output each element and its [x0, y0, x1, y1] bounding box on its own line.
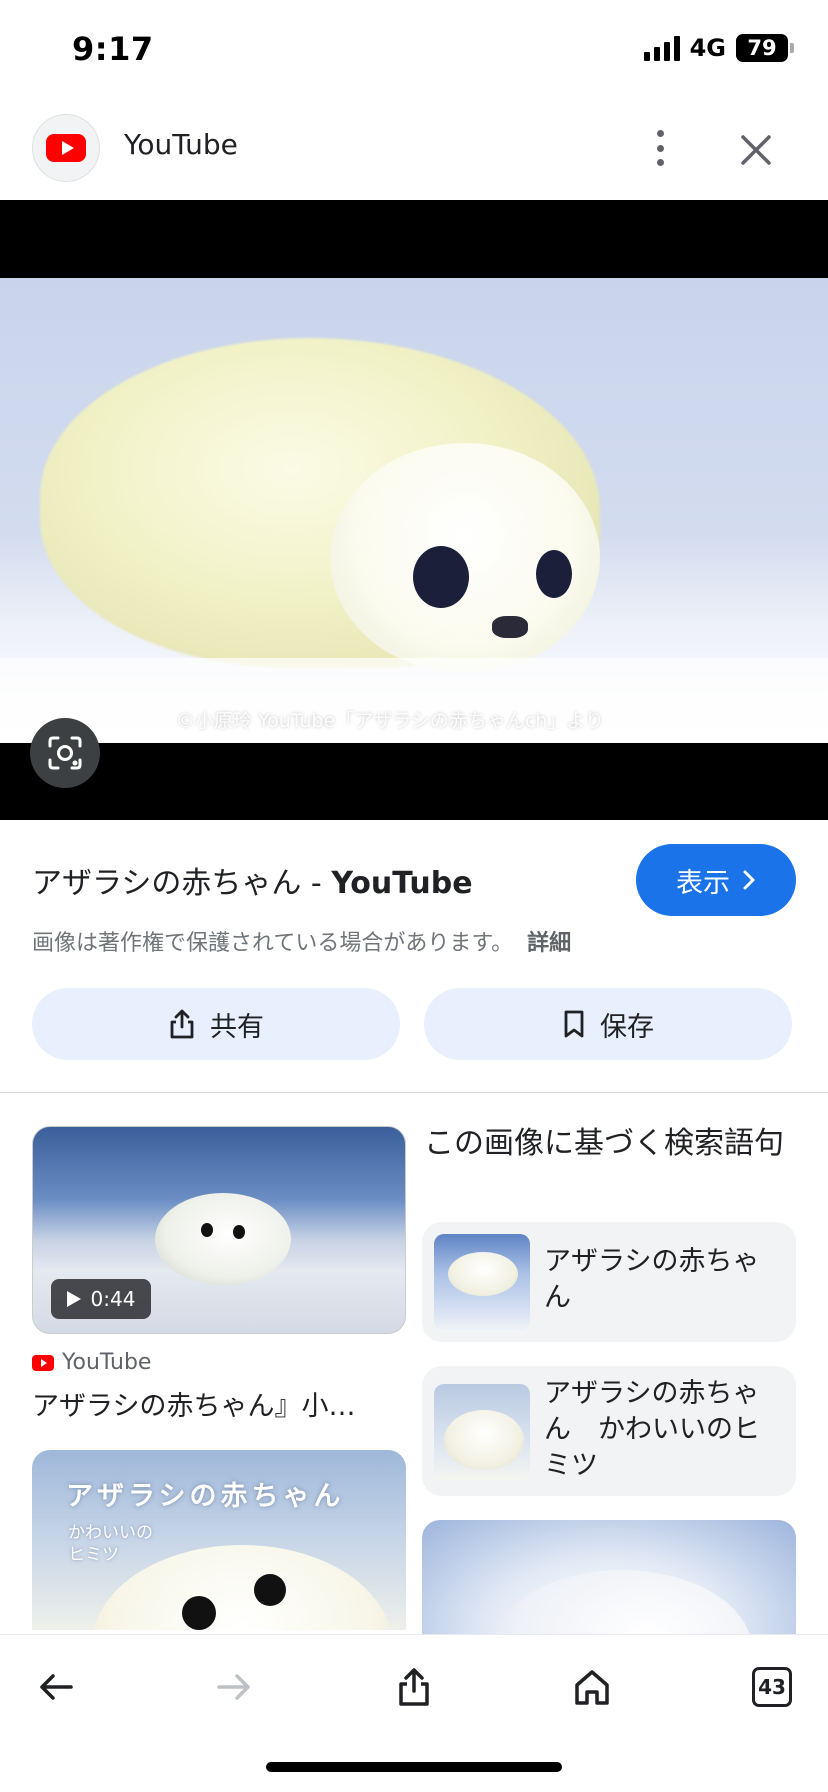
status-bar: 9:17 4G 79 [0, 0, 828, 100]
share-page-button[interactable] [382, 1655, 446, 1719]
share-icon [170, 1009, 194, 1039]
seal-photo: ©小原玲 YouTube「アザラシの赤ちゃんch」より [0, 278, 828, 743]
preview-image[interactable]: ©小原玲 YouTube「アザラシの赤ちゃんch」より [0, 200, 828, 820]
seal-eye [233, 1225, 245, 1239]
viewer-header: YouTube [0, 110, 828, 200]
view-button-label: 表示 [676, 867, 730, 899]
image-result-thumbnail[interactable]: アザラシの赤ちゃん かわいいの ヒミツ [32, 1450, 406, 1630]
battery-tip [790, 43, 794, 53]
result-title-text: アザラシの赤ちゃん - [32, 866, 332, 901]
copyright-text: 画像は著作権で保護されている場合があります。 [32, 931, 514, 956]
status-indicators: 4G 79 [643, 34, 794, 62]
seal-nose [492, 616, 528, 638]
battery-level: 79 [747, 36, 777, 60]
share-icon [399, 1668, 429, 1706]
video-source[interactable]: YouTube [32, 1350, 151, 1375]
seal-thumbnail-image [492, 1570, 752, 1640]
seal-thumbnail-image [155, 1193, 291, 1285]
seal-eye [254, 1574, 286, 1606]
image-result-thumbnail[interactable] [422, 1520, 796, 1640]
arrow-right-icon [217, 1674, 250, 1700]
site-title[interactable]: YouTube [124, 128, 238, 161]
lens-search-button[interactable] [30, 718, 100, 788]
video-duration-badge: 0:44 [51, 1279, 151, 1319]
close-icon[interactable] [738, 132, 774, 168]
tabs-button[interactable]: 43 [740, 1655, 804, 1719]
video-result-thumbnail[interactable]: 0:44 [32, 1126, 406, 1334]
seal-eye [413, 546, 469, 608]
search-term-label: アザラシの赤ちゃん [544, 1246, 760, 1313]
related-searches-heading: この画像に基づく検索語句 [424, 1126, 784, 1161]
thumbnail-title-text: アザラシの赤ちゃん [66, 1481, 345, 1512]
image-watermark: ©小原玲 YouTube「アザラシの赤ちゃんch」より [176, 710, 605, 732]
copyright-notice: 画像は著作権で保護されている場合があります。 詳細 [32, 925, 571, 957]
view-button[interactable]: 表示 [636, 844, 796, 916]
status-time: 9:17 [72, 30, 154, 68]
site-favicon[interactable] [32, 114, 100, 182]
battery-icon: 79 [736, 34, 788, 62]
search-term-chip[interactable]: アザラシの赤ちゃん かわいいのヒミツ [422, 1366, 796, 1496]
forward-button[interactable] [202, 1655, 266, 1719]
result-title-site: YouTube [331, 866, 473, 901]
search-term-chip[interactable]: アザラシの赤ちゃん [422, 1222, 796, 1342]
seal-eye [201, 1223, 213, 1237]
thumbnail-subtitle-text: かわいいの ヒミツ [68, 1523, 153, 1565]
youtube-logo-icon [32, 1354, 54, 1371]
home-button[interactable] [560, 1655, 624, 1719]
search-term-thumbnail [434, 1384, 530, 1480]
details-link[interactable]: 詳細 [527, 931, 571, 956]
lens-icon [48, 736, 82, 770]
more-options-icon[interactable] [646, 126, 674, 170]
tab-count: 43 [752, 1667, 792, 1707]
seal-eye [182, 1596, 216, 1630]
network-type: 4G [689, 34, 726, 62]
search-term-thumbnail [434, 1234, 530, 1330]
save-label: 保存 [600, 1011, 654, 1043]
video-duration: 0:44 [90, 1287, 136, 1311]
result-title[interactable]: アザラシの赤ちゃん - YouTube [32, 858, 473, 902]
save-button[interactable]: 保存 [424, 988, 792, 1060]
section-divider [0, 1092, 828, 1093]
search-term-label: アザラシの赤ちゃん かわいいのヒミツ [544, 1378, 760, 1481]
video-source-name: YouTube [62, 1350, 152, 1375]
seal-eye [536, 550, 572, 598]
home-indicator[interactable] [266, 1762, 562, 1772]
home-icon [575, 1670, 609, 1705]
share-button[interactable]: 共有 [32, 988, 400, 1060]
play-icon [66, 1291, 81, 1307]
back-button[interactable] [24, 1655, 88, 1719]
arrow-left-icon [40, 1674, 73, 1700]
bookmark-icon [564, 1010, 584, 1038]
video-caption[interactable]: アザラシの赤ちゃん』小… [32, 1384, 406, 1423]
share-label: 共有 [210, 1011, 264, 1043]
chevron-right-icon [743, 870, 755, 890]
cellular-signal-icon [643, 35, 680, 61]
youtube-logo-icon [46, 134, 86, 162]
